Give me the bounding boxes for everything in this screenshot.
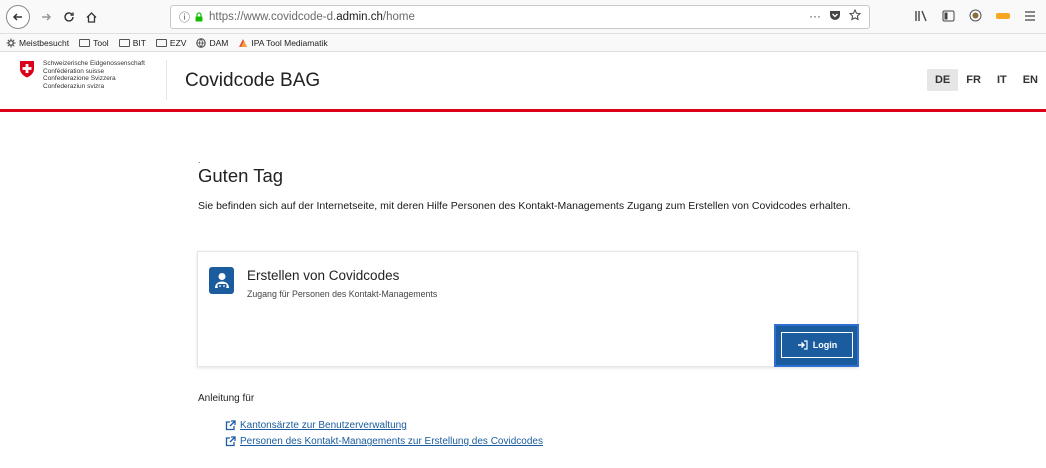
- lang-de[interactable]: DE: [926, 69, 959, 91]
- guide-label: Anleitung für: [198, 393, 255, 404]
- gear-icon: [6, 38, 16, 47]
- intro-text: Sie befinden sich auf der Internetseite,…: [198, 200, 851, 212]
- bookmark-tool[interactable]: Tool: [79, 38, 109, 48]
- card-subtitle: Zugang für Personen des Kontakt-Manageme…: [247, 289, 438, 299]
- pocket-icon[interactable]: [829, 9, 841, 21]
- external-link-icon: [225, 420, 236, 431]
- covidcode-card: Erstellen von Covidcodes Zugang für Pers…: [197, 251, 859, 367]
- bookmark-label: DAM: [209, 37, 229, 48]
- folder-icon: [155, 38, 167, 47]
- bookmark-label: EZV: [169, 37, 187, 48]
- page-title: Guten Tag: [198, 165, 284, 186]
- swiss-crest-icon: [20, 61, 34, 78]
- bookmark-bit[interactable]: BIT: [118, 37, 146, 48]
- library-icon[interactable]: [914, 10, 928, 22]
- home-icon: [86, 11, 96, 23]
- extension-icon[interactable]: [969, 9, 982, 22]
- bookmark-label: BIT: [132, 37, 146, 48]
- extension-badge-icon[interactable]: [996, 12, 1010, 19]
- guide-link-contact-management[interactable]: Personen des Kontakt-Managements zur Ers…: [225, 436, 543, 447]
- sign-in-icon: [797, 340, 808, 350]
- home-button[interactable]: [80, 6, 102, 28]
- info-icon[interactable]: ⓘ: [179, 9, 190, 25]
- url-text: https://www.covidcode-d.admin.ch/home: [209, 11, 415, 23]
- card-title: Erstellen von Covidcodes: [247, 268, 400, 283]
- sidebar-icon[interactable]: [942, 10, 955, 22]
- guide-link-label: Kantonsärzte zur Benutzerverwaltung: [240, 420, 407, 431]
- header-accent-line: [0, 109, 1046, 112]
- globe-icon: [196, 37, 207, 48]
- confed-line-de: Schweizerische Eidgenossenschaft: [43, 60, 145, 67]
- bookmark-label: Tool: [93, 37, 109, 48]
- language-switcher: DE FR IT EN: [926, 69, 1046, 91]
- reload-icon: [64, 12, 74, 22]
- guide-link-label: Personen des Kontakt-Managements zur Ers…: [240, 436, 543, 447]
- lock-icon: [195, 12, 203, 22]
- arrow-right-icon: [42, 13, 52, 21]
- back-button[interactable]: [6, 5, 30, 29]
- lang-fr[interactable]: FR: [958, 69, 989, 91]
- star-icon[interactable]: [849, 9, 861, 21]
- reload-button[interactable]: [58, 6, 80, 28]
- browser-toolbar: ⓘ https://www.covidcode-d.admin.ch/home …: [0, 0, 1046, 34]
- login-label: Login: [812, 340, 838, 350]
- guide-link-cantonal-doctors[interactable]: Kantonsärzte zur Benutzerverwaltung: [225, 420, 407, 431]
- folder-icon: [79, 38, 91, 47]
- address-bar[interactable]: ⓘ https://www.covidcode-d.admin.ch/home …: [170, 5, 870, 29]
- page-dot: .: [198, 155, 201, 165]
- bookmark-label: IPA Tool Mediamatik: [251, 37, 328, 48]
- site-title: Covidcode BAG: [185, 70, 321, 91]
- bookmark-label: Meistbesucht: [19, 37, 70, 48]
- page-actions-button[interactable]: ···: [809, 9, 821, 23]
- folder-icon: [118, 38, 130, 47]
- confed-line-rm: Confederaziun svizra: [43, 82, 105, 90]
- menu-icon[interactable]: [1024, 10, 1036, 21]
- lang-it[interactable]: IT: [989, 69, 1015, 91]
- header-divider: [166, 60, 167, 100]
- bookmark-meistbesucht[interactable]: Meistbesucht: [6, 38, 69, 48]
- forward-button[interactable]: [35, 6, 57, 28]
- url-path: /home: [382, 11, 415, 23]
- confederation-text: Schweizerische Eidgenossenschaft Confédé…: [43, 60, 145, 90]
- arrow-left-icon: [12, 13, 22, 21]
- url-domain: admin.ch: [336, 11, 383, 23]
- lang-en[interactable]: EN: [1015, 69, 1046, 91]
- confed-line-it: Confederazione Svizzera: [43, 75, 116, 82]
- bookmark-ipa-tool[interactable]: IPA Tool Mediamatik: [238, 37, 328, 48]
- bookmark-dam[interactable]: DAM: [196, 38, 228, 48]
- login-button[interactable]: Login: [781, 332, 853, 358]
- external-link-icon: [225, 436, 236, 447]
- bookmark-ezv[interactable]: EZV: [155, 37, 187, 48]
- url-prefix: https://www.covidcode-d.: [209, 11, 337, 23]
- site-header: [0, 53, 1046, 109]
- confed-line-fr: Confédération suisse: [43, 67, 105, 75]
- user-id-icon: [209, 267, 234, 294]
- bookmarks-bar: Meistbesucht Tool BIT EZV DAM IPA Tool M…: [0, 34, 1046, 52]
- mediamatik-icon: [239, 38, 248, 47]
